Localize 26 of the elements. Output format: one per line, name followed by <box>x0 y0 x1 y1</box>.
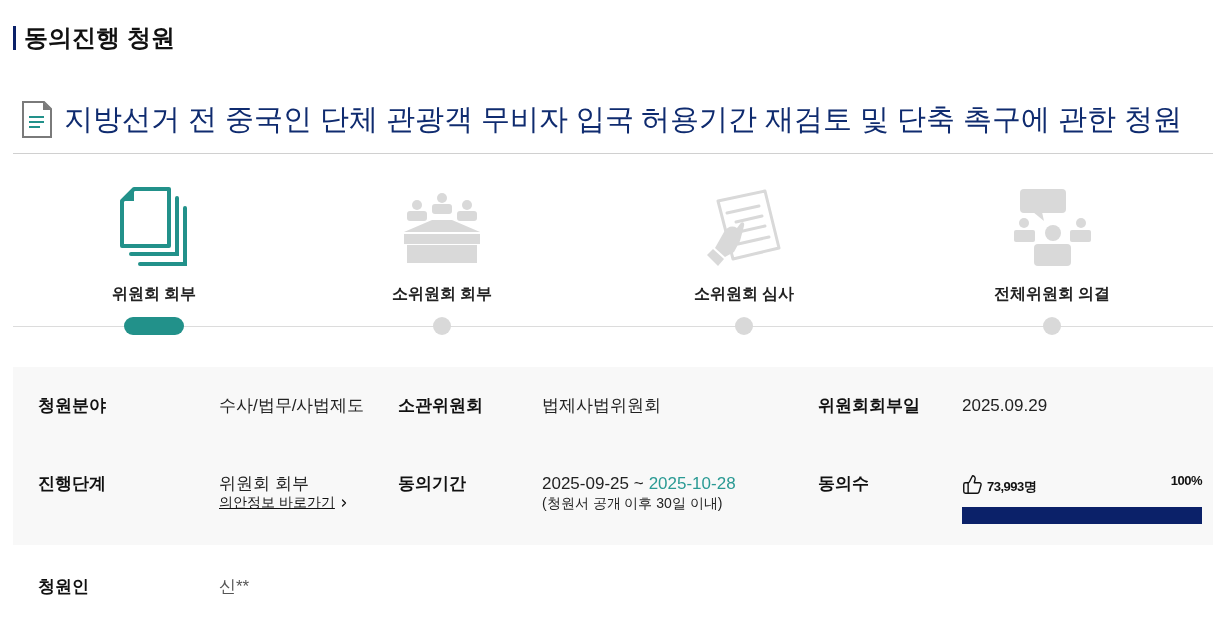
period-end: 2025-10-28 <box>648 473 736 495</box>
field-value: 수사/법무/사법제도 <box>219 395 366 417</box>
document-icon <box>22 100 52 138</box>
field-value: 법제사법위원회 <box>542 395 662 417</box>
thumbs-up-icon <box>962 474 983 495</box>
section-title: 동의진행 청원 <box>13 26 175 50</box>
field-label: 동의기간 <box>398 473 467 495</box>
field-value: 위원회 회부 <box>219 473 309 495</box>
field-value: 신** <box>219 576 251 598</box>
field-label: 청원분야 <box>38 395 107 417</box>
field-label: 청원인 <box>38 576 90 598</box>
step-label: 전체위원회 의결 <box>993 284 1111 304</box>
period-start: 2025-09-25 ~ <box>542 473 644 495</box>
petition-title: 지방선거 전 중국인 단체 관광객 무비자 입국 허용기간 재검토 및 단축 촉구에 관한 청원 <box>64 102 1182 137</box>
field-label: 동의수 <box>818 473 870 495</box>
vote-percent: 100% <box>1170 473 1202 489</box>
vote-count: 73,993명 <box>987 479 1037 495</box>
field-value: 2025.09.29 <box>962 395 1049 417</box>
field-label: 위원회회부일 <box>818 395 921 417</box>
step-label: 소위원회 심사 <box>693 284 795 304</box>
step-label: 소위원회 회부 <box>391 284 493 304</box>
field-label: 진행단계 <box>38 473 107 495</box>
step-label: 위원회 회부 <box>111 284 197 304</box>
field-label: 소관위원회 <box>398 395 484 417</box>
bill-info-link[interactable]: 의안정보 바로가기 <box>219 494 350 511</box>
period-note: (청원서 공개 이후 30일 이내) <box>542 495 723 512</box>
